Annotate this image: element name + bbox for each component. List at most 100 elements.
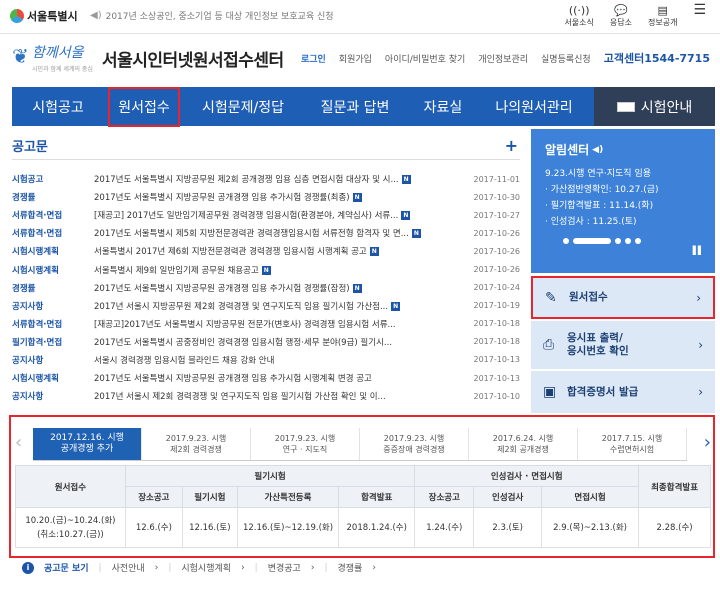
notice-title-link[interactable]: 2017년도 서울특별시 지방공무원 공개경쟁 임용 추가시험 경쟁률(최종) N: [94, 191, 464, 203]
util-link-response[interactable]: 💬 응답소: [610, 4, 632, 28]
notice-date: 2017-10-18: [473, 337, 521, 347]
slider-dot[interactable]: [635, 238, 641, 244]
nav-application[interactable]: 원서접수: [104, 87, 184, 127]
notice-category[interactable]: 시험시행계획: [12, 264, 94, 276]
notice-category[interactable]: 시험공고: [12, 173, 94, 185]
util-link-label: 응답소: [609, 18, 632, 27]
nav-my-application[interactable]: 나의원서관리: [478, 87, 590, 126]
notice-row[interactable]: 공지사항 2017년 서울시 제2회 경력경쟁 및 연구지도직 임용 필기시험 가…: [12, 387, 520, 405]
notice-title-text: [재공고] 2017년도 일반임기제공무원 경력경쟁 임용시험(환경분야, 계약…: [94, 211, 399, 222]
notice-category[interactable]: 시험시행계획: [12, 245, 94, 257]
notice-row[interactable]: 서류합격·면접 [재공고] 2017년도 일반임기제공무원 경력경쟁 임용시험(환…: [12, 206, 520, 224]
pause-icon[interactable]: ▌▌: [693, 246, 704, 255]
quick-application-button[interactable]: ✎ 원서접수 ›: [531, 276, 715, 319]
bottom-link[interactable]: 사전안내: [112, 561, 145, 574]
schedule-tab[interactable]: 2017.9.23. 시행 연구 · 지도직: [251, 428, 360, 460]
slider-dot-active[interactable]: [573, 238, 611, 244]
site-logo[interactable]: ❦ 함께서울 시민과 함께 세계의 중심 서울시인터넷원서접수센터: [10, 38, 284, 78]
member-links: 로그인 회원가입 아이디/비밀번호 찾기 개인정보관리 실명등록신청 고객센터1…: [301, 50, 710, 66]
notice-row[interactable]: 공지사항 2017년 서울시 지방공무원 제2회 경력경쟁 및 연구지도직 임용 …: [12, 297, 520, 315]
notice-date: 2017-10-27: [473, 210, 521, 220]
notice-row[interactable]: 공지사항 서울시 경력경쟁 임용시험 블라인드 채용 강화 안내 2017-10-1…: [12, 351, 520, 369]
notice-category[interactable]: 공지사항: [12, 300, 94, 312]
nav-exam-notice[interactable]: 시험공고: [12, 87, 104, 126]
bottom-link[interactable]: 시험시행계획: [181, 561, 231, 574]
notice-title-link[interactable]: [재공고]2017년도 서울특별시 지방공무원 전문가(변호사) 경력경쟁 임용…: [94, 318, 464, 330]
notice-title-link[interactable]: 2017년 서울시 지방공무원 제2회 경력경쟁 및 연구지도직 임용 필기시험…: [94, 300, 464, 312]
slider-dot[interactable]: [615, 238, 621, 244]
new-badge: N: [401, 211, 411, 221]
notice-title-link[interactable]: [재공고] 2017년도 일반임기제공무원 경력경쟁 임용시험(환경분야, 계약…: [94, 209, 464, 221]
schedule-tab[interactable]: 2017.6.24. 시행 제2회 공개경쟁: [469, 428, 578, 460]
util-link-disclosure[interactable]: ▤ 정보공개: [648, 4, 677, 28]
quick-certificate-button[interactable]: ▣ 합격증명서 발급 ›: [531, 371, 715, 413]
th-final: 최종합격발표: [638, 465, 711, 508]
nav-exam-answers[interactable]: 시험문제/정답: [184, 87, 302, 126]
notice-category[interactable]: 서류합격·면접: [12, 227, 94, 239]
notice-title-link[interactable]: 서울시 경력경쟁 임용시험 블라인드 채용 강화 안내: [94, 354, 464, 366]
notice-category[interactable]: 공지사항: [12, 390, 94, 402]
util-link-news[interactable]: ((·)) 서울소식: [564, 4, 593, 28]
notice-title-link[interactable]: 서울특별시 2017년 제6회 지방전문경력관 경력경쟁 임용시험 시행계획 공…: [94, 245, 464, 257]
notice-category[interactable]: 서류합격·면접: [12, 209, 94, 221]
notice-row[interactable]: 경쟁률 2017년도 서울특별시 지방공무원 공개경쟁 임용 추가시험 경쟁률(잠…: [12, 279, 520, 297]
quick-print-admission-button[interactable]: ⎙ 응시표 출력/ 응시번호 확인 ›: [531, 321, 715, 369]
nav-library[interactable]: 자료실: [408, 87, 478, 126]
notice-header: 공고문 +: [12, 136, 520, 160]
schedule-tab[interactable]: 2017.12.16. 시행 공개경쟁 추가: [33, 428, 142, 460]
tab-line: 2017.7.15. 시행: [601, 434, 663, 443]
notice-ticker[interactable]: ◀) 2017년 소상공인, 중소기업 등 대상 개인정보 보호교육 신청: [90, 9, 334, 22]
seoul-city-logo[interactable]: 서울특별시: [10, 8, 78, 24]
chevron-left-icon[interactable]: ‹: [15, 432, 22, 453]
notice-title-link[interactable]: 서울특별시 제9회 일반임기제 공무원 채용공고 N: [94, 264, 464, 276]
bottom-link[interactable]: 변경공고: [268, 561, 301, 574]
notice-category[interactable]: 필기합격·면접: [12, 336, 94, 348]
slider-dot[interactable]: [563, 238, 569, 244]
login-link[interactable]: 로그인: [301, 52, 326, 65]
th-sub: 인성검사: [473, 486, 542, 508]
notice-row[interactable]: 필기합격·면접 2017년도 서울특별시 공중정비인 경력경쟁 임용시험 행정·세…: [12, 333, 520, 351]
slider-dot[interactable]: [625, 238, 631, 244]
util-link-menu[interactable]: ☰: [693, 3, 706, 28]
bottom-link[interactable]: 경쟁률: [338, 561, 363, 574]
notice-category[interactable]: 공지사항: [12, 354, 94, 366]
notice-category[interactable]: 경쟁률: [12, 282, 94, 294]
notice-title-link[interactable]: 2017년 서울시 제2회 경력경쟁 및 연구지도직 임용 필기시험 가산점 확…: [94, 390, 464, 402]
notice-title-link[interactable]: 2017년도 서울특별시 지방공무원 공개경쟁 임용 추가시험 경쟁률(잠정) N: [94, 282, 464, 294]
nav-exam-info[interactable]: 시험안내: [594, 87, 715, 126]
notice-title-link[interactable]: 2017년도 서울특별시 공중정비인 경력경쟁 임용시험 행정·세무 분야(9급…: [94, 336, 464, 348]
th-sub: 장소공고: [414, 486, 475, 508]
notice-category[interactable]: 서류합격·면접: [12, 318, 94, 330]
notice-row[interactable]: 시험시행계획 서울특별시 제9회 일반임기제 공무원 채용공고 N 2017-10-2…: [12, 260, 520, 278]
callcenter-number: 고객센터1544-7715: [603, 52, 710, 65]
privacy-settings-link[interactable]: 개인정보관리: [478, 52, 528, 65]
notice-row[interactable]: 시험시행계획 서울특별시 2017년 제6회 지방전문경력관 경력경쟁 임용시험 …: [12, 242, 520, 260]
notice-row[interactable]: 시험시행계획 2017년도 서울특별시 지방공무원 공개경쟁 임용 추가시험 시행…: [12, 369, 520, 387]
schedule-tab[interactable]: 2017.7.15. 시행 수렵면허시험: [578, 428, 687, 460]
schedule-tab[interactable]: 2017.9.23. 시행 중증장애 경력경쟁: [360, 428, 469, 460]
find-id-password-link[interactable]: 아이디/비밀번호 찾기: [385, 52, 465, 65]
th-sub: 면접시험: [540, 486, 640, 508]
util-links: ((·)) 서울소식 💬 응답소 ▤ 정보공개 ☰: [564, 3, 706, 28]
signup-link[interactable]: 회원가입: [339, 52, 372, 65]
view-notice-link[interactable]: 공고문 보기: [44, 561, 89, 574]
tab-line: 공개경쟁 추가: [60, 444, 114, 454]
notice-title-link[interactable]: 2017년도 서울특별시 지방공무원 공개경쟁 임용 추가시험 시행계획 변경 …: [94, 372, 464, 384]
notice-row[interactable]: 경쟁률 2017년도 서울특별시 지방공무원 공개경쟁 임용 추가시험 경쟁률(최…: [12, 188, 520, 206]
notice-row[interactable]: 시험공고 2017년도 서울특별시 지방공무원 제2회 공개경쟁 임용 심층 면접…: [12, 170, 520, 188]
notice-row[interactable]: 서류합격·면접 [재공고]2017년도 서울특별시 지방공무원 전문가(변호사) …: [12, 315, 520, 333]
nav-qna[interactable]: 질문과 답변: [302, 87, 408, 126]
schedule-tab[interactable]: 2017.9.23. 시행 제2회 경력경쟁: [142, 428, 251, 460]
notice-title-link[interactable]: 2017년도 서울특별시 제5회 지방전문경력관 경력경쟁임용시험 서류전형 합…: [94, 227, 464, 239]
td-final: 2.28.(수): [638, 507, 711, 548]
new-badge: N: [369, 247, 379, 257]
notice-title-link[interactable]: 2017년도 서울특별시 지방공무원 제2회 공개경쟁 임용 심층 면접시험 대…: [94, 173, 464, 185]
notice-row[interactable]: 서류합격·면접 2017년도 서울특별시 제5회 지방전문경력관 경력경쟁임용시험…: [12, 224, 520, 242]
notice-category[interactable]: 시험시행계획: [12, 372, 94, 384]
realname-register-link[interactable]: 실명등록신청: [541, 52, 591, 65]
chevron-right-icon[interactable]: ›: [704, 432, 711, 453]
notice-category[interactable]: 경쟁률: [12, 191, 94, 203]
alert-lines[interactable]: 9.23.시행 연구·지도직 임용 · 가산점반영확인: 10.27.(금) ·…: [545, 166, 701, 230]
more-plus-icon[interactable]: +: [505, 136, 518, 155]
new-badge: N: [261, 265, 271, 275]
